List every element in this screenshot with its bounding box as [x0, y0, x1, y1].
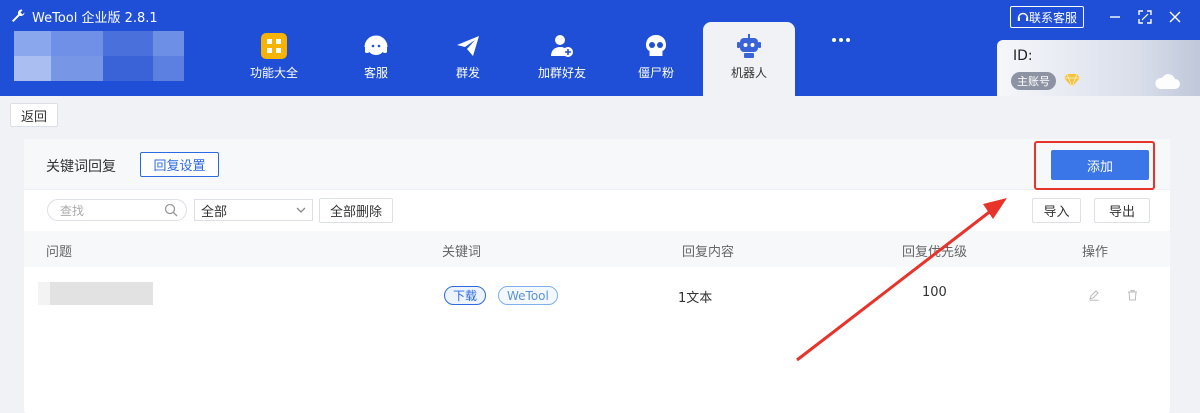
- nav-item-zombie-fans[interactable]: 僵尸粉: [610, 22, 702, 96]
- nav-item-add-friends[interactable]: 加群好友: [516, 22, 608, 96]
- nav-label: 群发: [455, 66, 480, 80]
- cloud-icon: [1155, 74, 1180, 89]
- headset-small-icon: [1017, 12, 1029, 21]
- blurred-question-cell: [38, 282, 153, 305]
- nav-label: 机器人: [730, 66, 767, 80]
- app-title: WeTool 企业版 2.8.1: [32, 10, 158, 26]
- annotation-highlight-box: [1034, 141, 1155, 190]
- diamond-icon: [1064, 73, 1080, 87]
- table-header: 问题 关键词 回复内容 回复优先级 操作: [24, 231, 1170, 267]
- account-id-label: ID:: [1013, 48, 1033, 64]
- maximize-button[interactable]: [1130, 6, 1160, 28]
- reply-settings-button[interactable]: 回复设置: [140, 152, 219, 177]
- app-title-bar: WeTool 企业版 2.8.1: [10, 6, 158, 26]
- search-input[interactable]: 查找: [47, 199, 187, 221]
- column-header-reply-content: 回复内容: [682, 245, 735, 260]
- table-row[interactable]: 下载 WeTool 1文本 100: [24, 270, 1170, 318]
- export-button[interactable]: 导出: [1094, 198, 1150, 223]
- wrench-icon: [12, 9, 25, 22]
- role-badge: 主账号: [1011, 72, 1056, 90]
- column-header-keywords: 关键词: [442, 245, 482, 260]
- column-header-question: 问题: [46, 245, 73, 260]
- chevron-down-icon: [296, 207, 306, 213]
- keyword-tag: WeTool: [498, 286, 558, 305]
- close-icon: [1169, 11, 1181, 23]
- panel-header: 关键词回复 回复设置 添加: [24, 139, 1170, 190]
- paper-plane-icon: [454, 32, 482, 60]
- headset-icon: [362, 32, 390, 60]
- search-icon: [164, 203, 178, 217]
- keyword-tag: 下载: [444, 286, 487, 305]
- nav-item-customer-service[interactable]: 客服: [330, 22, 422, 96]
- nav-item-robot[interactable]: 机器人: [703, 22, 795, 96]
- page-title: 关键词回复: [46, 159, 116, 175]
- contact-service-button[interactable]: 联系客服: [1009, 6, 1084, 28]
- close-button[interactable]: [1160, 6, 1190, 28]
- nav-label: 客服: [363, 66, 388, 80]
- nav-label: 僵尸粉: [637, 66, 674, 80]
- blurred-avatar: [14, 31, 184, 81]
- grid-apps-icon: [260, 32, 288, 60]
- filter-select-value: 全部: [201, 204, 228, 220]
- trash-icon[interactable]: [1127, 289, 1138, 301]
- add-user-icon: [548, 32, 576, 60]
- window-controls: 联系客服: [1009, 6, 1200, 28]
- filter-select[interactable]: 全部: [194, 199, 313, 221]
- minimize-button[interactable]: [1100, 6, 1130, 28]
- import-button[interactable]: 导入: [1032, 198, 1081, 223]
- nav-item-features[interactable]: 功能大全: [228, 22, 320, 96]
- priority-cell: 100: [922, 285, 947, 300]
- robot-icon: [735, 32, 763, 60]
- reply-content-cell: 1文本: [678, 291, 713, 306]
- contact-service-label: 联系客服: [1028, 10, 1077, 25]
- maximize-icon: [1138, 10, 1152, 24]
- search-placeholder: 查找: [60, 203, 85, 218]
- column-header-actions: 操作: [1082, 245, 1109, 260]
- nav-item-broadcast[interactable]: 群发: [422, 22, 514, 96]
- nav-more[interactable]: [795, 22, 887, 96]
- more-dots-icon: [827, 26, 855, 54]
- column-header-priority: 回复优先级: [902, 245, 968, 260]
- skull-icon: [642, 32, 670, 60]
- app-header: WeTool 企业版 2.8.1 功能大全 客服 群发 加群好友 僵尸粉 机器人…: [0, 0, 1200, 96]
- account-card[interactable]: ID: 主账号: [997, 40, 1200, 96]
- nav-label: 功能大全: [249, 66, 298, 80]
- minimize-icon: [1110, 16, 1120, 18]
- edit-icon[interactable]: [1088, 289, 1100, 301]
- nav-label: 加群好友: [537, 66, 586, 80]
- delete-all-button[interactable]: 全部删除: [319, 198, 393, 223]
- back-button[interactable]: 返回: [10, 103, 58, 127]
